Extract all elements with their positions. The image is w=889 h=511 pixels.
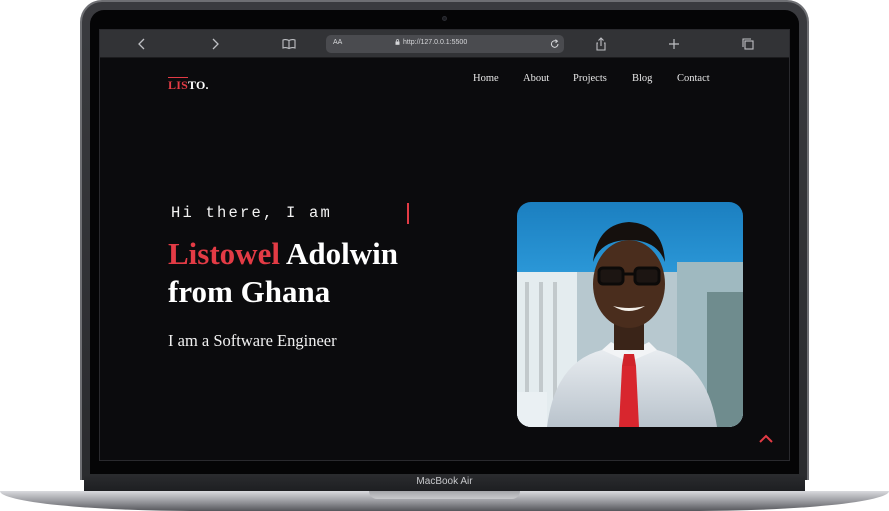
new-tab-icon[interactable] bbox=[665, 35, 683, 53]
portfolio-page: LISTO. Home About Projects Blog Contact … bbox=[100, 58, 789, 460]
tabs-icon[interactable] bbox=[739, 35, 757, 53]
hero-greeting: Hi there, I am bbox=[171, 204, 333, 222]
nav-home[interactable]: Home bbox=[473, 73, 499, 84]
hero-first-name: Listowel bbox=[168, 236, 280, 271]
chevron-up-icon bbox=[759, 434, 773, 443]
forward-icon[interactable] bbox=[206, 35, 224, 53]
text-size-button[interactable]: AA bbox=[333, 39, 342, 46]
url-text: http://127.0.0.1:5500 bbox=[403, 39, 468, 46]
site-logo[interactable]: LISTO. bbox=[168, 77, 209, 93]
reload-icon[interactable] bbox=[550, 36, 560, 55]
profile-photo bbox=[517, 202, 743, 427]
lock-icon bbox=[395, 39, 400, 45]
logo-accent-text: LIS bbox=[168, 77, 188, 92]
back-icon[interactable] bbox=[133, 35, 151, 53]
back-to-top-button[interactable] bbox=[756, 432, 776, 446]
hero-last-name: Adolwin bbox=[285, 236, 398, 271]
laptop-notch bbox=[369, 491, 520, 499]
browser-toolbar: AA http://127.0.0.1:5500 bbox=[100, 30, 789, 58]
bookmarks-icon[interactable] bbox=[280, 35, 298, 53]
hero-name: Listowel Adolwin from Ghana bbox=[168, 235, 488, 311]
laptop-screen: AA http://127.0.0.1:5500 LISTO. Home Abo… bbox=[99, 29, 790, 461]
nav-about[interactable]: About bbox=[523, 73, 549, 84]
nav-projects[interactable]: Projects bbox=[573, 73, 607, 84]
camera-icon bbox=[442, 16, 447, 21]
address-bar[interactable]: AA http://127.0.0.1:5500 bbox=[326, 35, 564, 53]
share-icon[interactable] bbox=[592, 35, 610, 53]
hero-role: I am a Software Engineer bbox=[168, 331, 337, 350]
nav-contact[interactable]: Contact bbox=[677, 73, 710, 84]
device-brand-label: MacBook Air bbox=[416, 476, 473, 487]
hero-origin: from Ghana bbox=[168, 274, 331, 309]
typing-cursor bbox=[407, 203, 409, 224]
nav-blog[interactable]: Blog bbox=[632, 73, 652, 84]
logo-text: TO. bbox=[187, 78, 209, 92]
